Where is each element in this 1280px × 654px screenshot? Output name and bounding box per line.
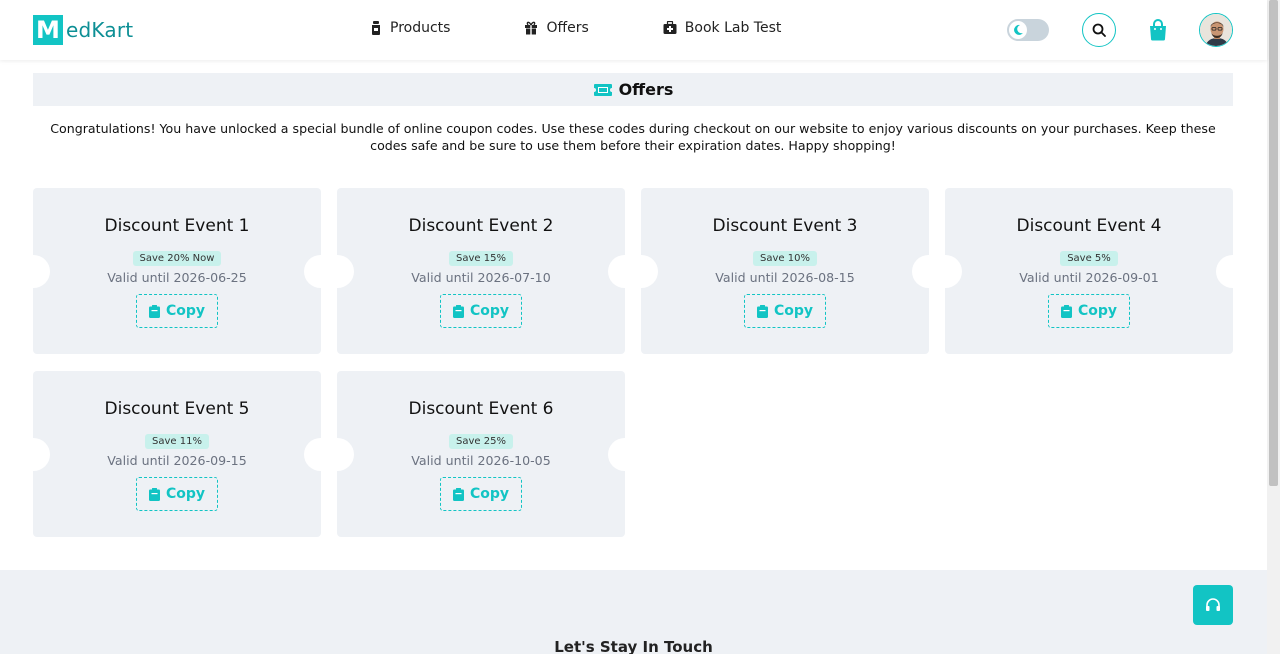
ticket-icon — [593, 83, 612, 96]
coupon-title: Discount Event 2 — [408, 216, 554, 236]
clipboard-icon — [756, 304, 768, 318]
page-title: Offers — [618, 80, 674, 99]
toggle-knob — [1009, 21, 1027, 39]
offers-intro-text: Congratulations! You have unlocked a spe… — [50, 121, 1216, 153]
coupon-validity: Valid until 2026-08-15 — [715, 270, 855, 285]
main-nav: Products Offers Book Lab Test — [370, 20, 781, 36]
moon-icon — [1014, 24, 1023, 35]
scrollbar-thumb[interactable] — [1269, 0, 1278, 486]
headset-icon — [1206, 598, 1220, 611]
coupon-validity: Valid until 2026-06-25 — [107, 270, 247, 285]
support-chat-button[interactable] — [1193, 585, 1233, 625]
copy-coupon-button[interactable]: Copy — [136, 294, 218, 328]
clipboard-icon — [148, 304, 160, 318]
clipboard-icon — [452, 487, 464, 501]
clipboard-icon — [148, 487, 160, 501]
logo-text: edKart — [66, 18, 134, 42]
copy-label: Copy — [1077, 303, 1118, 319]
copy-label: Copy — [165, 303, 206, 319]
search-icon — [1092, 23, 1106, 37]
coupon-discount-badge: Save 5% — [1060, 251, 1118, 266]
gift-icon — [525, 21, 538, 35]
user-avatar[interactable] — [1199, 13, 1233, 47]
copy-label: Copy — [469, 303, 510, 319]
offers-title-bar: Offers — [33, 73, 1233, 106]
coupon-card: Discount Event 1 Save 20% Now Valid unti… — [33, 188, 321, 354]
nav-offers[interactable]: Offers — [524, 20, 589, 36]
nav-book-lab-test[interactable]: Book Lab Test — [663, 20, 782, 36]
coupon-title: Discount Event 3 — [712, 216, 858, 236]
copy-coupon-button[interactable]: Copy — [440, 294, 522, 328]
nav-book-lab-test-label: Book Lab Test — [684, 20, 782, 36]
coupon-discount-badge: Save 25% — [449, 434, 513, 449]
coupon-card: Discount Event 4 Save 5% Valid until 202… — [945, 188, 1233, 354]
copy-coupon-button[interactable]: Copy — [136, 477, 218, 511]
copy-label: Copy — [773, 303, 814, 319]
nav-offers-label: Offers — [546, 20, 589, 36]
coupon-title: Discount Event 5 — [104, 399, 250, 419]
footer: Let's Stay In Touch — [0, 570, 1267, 654]
top-navbar: M edKart Products Offers Book Lab Test — [0, 0, 1267, 60]
logo-mark: M — [33, 15, 63, 45]
coupon-validity: Valid until 2026-09-01 — [1019, 270, 1159, 285]
coupon-validity: Valid until 2026-07-10 — [411, 270, 551, 285]
shopping-bag-icon — [1150, 19, 1166, 41]
coupon-card: Discount Event 2 Save 15% Valid until 20… — [337, 188, 625, 354]
coupon-validity: Valid until 2026-10-05 — [411, 453, 551, 468]
coupon-title: Discount Event 4 — [1016, 216, 1162, 236]
page-scrollbar[interactable] — [1267, 0, 1280, 654]
coupon-title: Discount Event 6 — [408, 399, 554, 419]
clipboard-icon — [452, 304, 464, 318]
copy-label: Copy — [165, 486, 206, 502]
brand-logo[interactable]: M edKart — [33, 15, 133, 45]
cart-button[interactable] — [1148, 19, 1168, 41]
coupon-discount-badge: Save 10% — [753, 251, 817, 266]
clipboard-icon — [1060, 304, 1072, 318]
coupon-card: Discount Event 6 Save 25% Valid until 20… — [337, 371, 625, 537]
nav-products-label: Products — [390, 20, 451, 36]
copy-coupon-button[interactable]: Copy — [1048, 294, 1130, 328]
coupon-card: Discount Event 3 Save 10% Valid until 20… — [641, 188, 929, 354]
medical-kit-icon — [663, 21, 677, 34]
bottle-icon — [372, 21, 380, 35]
coupon-discount-badge: Save 20% Now — [132, 251, 222, 266]
search-button[interactable] — [1082, 13, 1116, 47]
coupon-discount-badge: Save 15% — [449, 251, 513, 266]
footer-title: Let's Stay In Touch — [554, 638, 713, 654]
copy-coupon-button[interactable]: Copy — [440, 477, 522, 511]
copy-label: Copy — [469, 486, 510, 502]
coupon-validity: Valid until 2026-09-15 — [107, 453, 247, 468]
coupon-title: Discount Event 1 — [104, 216, 250, 236]
nav-products[interactable]: Products — [370, 20, 450, 36]
avatar-image — [1200, 14, 1232, 46]
copy-coupon-button[interactable]: Copy — [744, 294, 826, 328]
theme-toggle[interactable] — [1007, 19, 1049, 41]
coupon-card: Discount Event 5 Save 11% Valid until 20… — [33, 371, 321, 537]
coupon-discount-badge: Save 11% — [145, 434, 209, 449]
